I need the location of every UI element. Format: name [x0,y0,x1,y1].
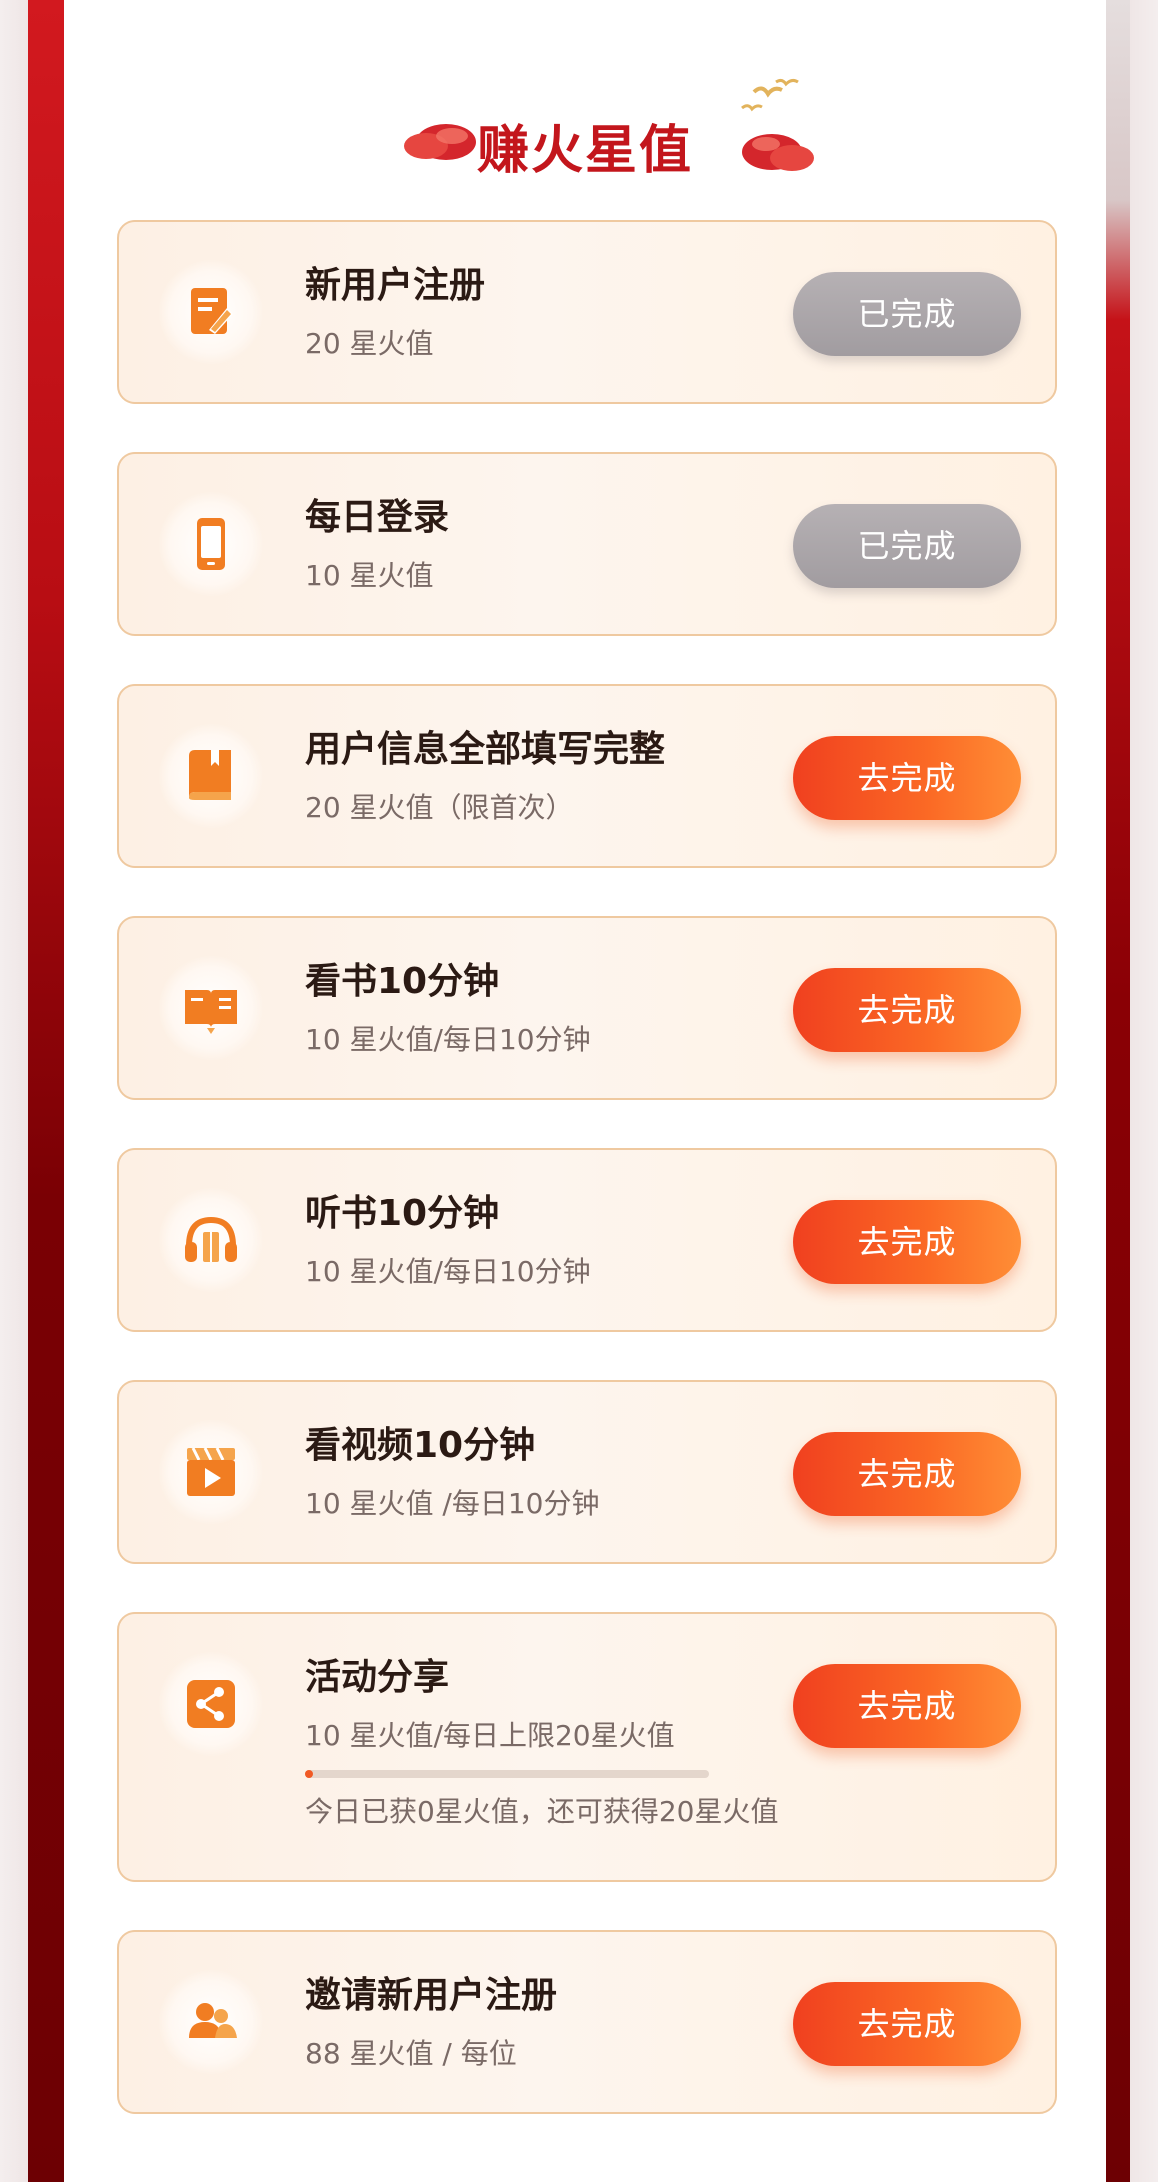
share-progress-note: 今日已获0星火值，还可获得20星火值 [305,1795,779,1828]
task-title: 用户信息全部填写完整 [305,729,666,770]
task-reward: 10 星火值 /每日10分钟 [305,1487,600,1520]
go-complete-button[interactable]: 去完成 [793,1982,1021,2066]
task-title: 邀请新用户注册 [305,1975,558,2016]
share-icon [159,1652,263,1756]
task-reward: 10 星火值/每日10分钟 [305,1023,591,1056]
task-reward: 10 星火值 [305,559,434,592]
open-book-icon [159,956,263,1060]
completed-button[interactable]: 已完成 [793,272,1021,356]
video-play-icon [159,1420,263,1524]
edit-document-icon [159,260,263,364]
task-card-listen-book: 听书10分钟 10 星火值/每日10分钟 去完成 [117,1148,1057,1332]
go-complete-button[interactable]: 去完成 [793,968,1021,1052]
mobile-phone-icon [159,492,263,596]
task-card-read-book: 看书10分钟 10 星火值/每日10分钟 去完成 [117,916,1057,1100]
left-border [28,0,64,2182]
task-title: 看书10分钟 [305,961,500,1002]
task-card-profile: 用户信息全部填写完整 20 星火值（限首次） 去完成 [117,684,1057,868]
task-card-daily-login: 每日登录 10 星火值 已完成 [117,452,1057,636]
go-complete-button[interactable]: 去完成 [793,1432,1021,1516]
bird-cloud-decoration-icon [741,78,814,171]
share-progress-bar [305,1770,709,1778]
go-complete-button[interactable]: 去完成 [793,736,1021,820]
task-card-register: 新用户注册 20 星火值 已完成 [117,220,1057,404]
task-panel: 赚火星值 新用户注册 20 星火值 已完成 每日登录 10 星火值 已完成 用户… [64,0,1106,2182]
task-reward: 10 星火值/每日10分钟 [305,1255,591,1288]
completed-button[interactable]: 已完成 [793,504,1021,588]
page-title: 赚火星值 [476,120,693,181]
share-progress-fill [305,1770,314,1778]
task-reward: 10 星火值/每日上限20星火值 [305,1719,675,1752]
headphones-icon [159,1188,263,1292]
go-complete-button[interactable]: 去完成 [793,1664,1021,1748]
task-reward: 20 星火值（限首次） [305,791,574,824]
task-title: 新用户注册 [305,265,486,306]
task-reward: 20 星火值 [305,327,434,360]
task-title: 听书10分钟 [305,1193,500,1234]
header: 赚火星值 [64,60,1106,210]
task-title: 看视频10分钟 [305,1425,536,1466]
task-card-invite: 邀请新用户注册 88 星火值 / 每位 去完成 [117,1930,1057,2114]
right-border [1106,0,1130,2182]
task-title: 活动分享 [305,1657,450,1698]
task-card-watch-video: 看视频10分钟 10 星火值 /每日10分钟 去完成 [117,1380,1057,1564]
book-icon [159,724,263,828]
task-title: 每日登录 [305,497,450,538]
users-icon [159,1970,263,2074]
go-complete-button[interactable]: 去完成 [793,1200,1021,1284]
task-card-share: 活动分享 10 星火值/每日上限20星火值 今日已获0星火值，还可获得20星火值… [117,1612,1057,1882]
task-reward: 88 星火值 / 每位 [305,2037,517,2070]
